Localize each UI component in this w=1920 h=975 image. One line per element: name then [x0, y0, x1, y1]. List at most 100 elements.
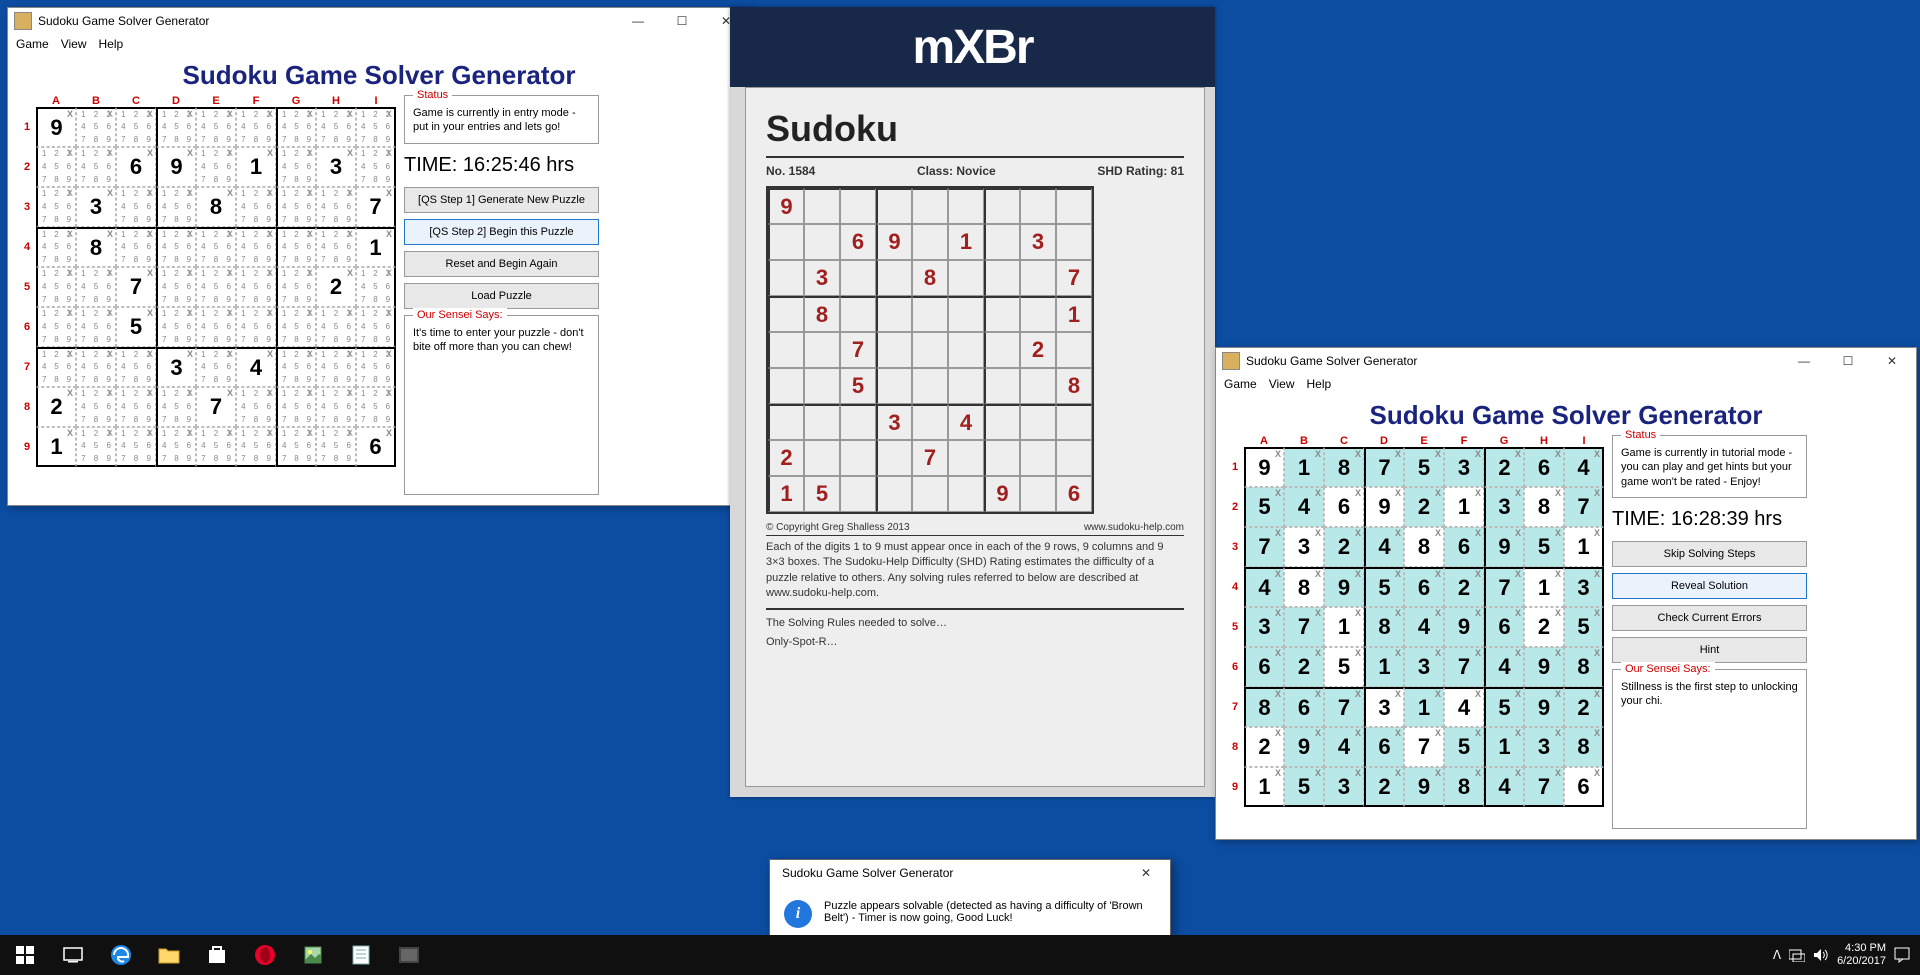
- sudoku-cell[interactable]: 4X: [1484, 767, 1524, 807]
- sudoku-cell[interactable]: 9X: [1324, 567, 1364, 607]
- sudoku-cell[interactable]: X123456789: [276, 387, 316, 427]
- tray-network-icon[interactable]: [1789, 948, 1805, 962]
- cell-clear-icon[interactable]: X: [1475, 488, 1481, 498]
- sudoku-cell[interactable]: X123456789: [276, 427, 316, 467]
- load-puzzle-button[interactable]: Load Puzzle: [404, 283, 599, 309]
- sudoku-cell[interactable]: 3X: [1364, 687, 1404, 727]
- sudoku-cell[interactable]: 2X: [36, 387, 76, 427]
- sudoku-cell[interactable]: X123456789: [236, 387, 276, 427]
- sudoku-cell[interactable]: 1X: [1284, 447, 1324, 487]
- paint-icon[interactable]: [290, 935, 336, 975]
- generate-puzzle-button[interactable]: [QS Step 1] Generate New Puzzle: [404, 187, 599, 213]
- minimize-button[interactable]: —: [616, 8, 660, 34]
- edge-icon[interactable]: [98, 935, 144, 975]
- sudoku-cell[interactable]: 9X: [1284, 727, 1324, 767]
- sudoku-cell[interactable]: 6X: [1404, 567, 1444, 607]
- task-view-icon[interactable]: [50, 935, 96, 975]
- skip-steps-button[interactable]: Skip Solving Steps: [1612, 541, 1807, 567]
- sudoku-cell[interactable]: 7X: [1284, 607, 1324, 647]
- cell-clear-icon[interactable]: X: [386, 229, 392, 239]
- cell-clear-icon[interactable]: X: [1475, 768, 1481, 778]
- sudoku-cell[interactable]: X123456789: [156, 267, 196, 307]
- sudoku-cell[interactable]: 1X: [1364, 647, 1404, 687]
- cell-clear-icon[interactable]: X: [1275, 648, 1281, 658]
- sudoku-cell[interactable]: 1X: [1524, 567, 1564, 607]
- sudoku-cell[interactable]: X123456789: [196, 147, 236, 187]
- cell-clear-icon[interactable]: X: [1395, 768, 1401, 778]
- sudoku-cell[interactable]: 1X: [1324, 607, 1364, 647]
- sudoku-cell[interactable]: X123456789: [356, 347, 396, 387]
- sudoku-cell[interactable]: X123456789: [276, 307, 316, 347]
- sudoku-cell[interactable]: X123456789: [196, 267, 236, 307]
- cell-clear-icon[interactable]: X: [386, 428, 392, 438]
- sudoku-cell[interactable]: 3X: [316, 147, 356, 187]
- sudoku-cell[interactable]: 9X: [1524, 687, 1564, 727]
- minimize-button[interactable]: —: [1782, 348, 1826, 374]
- cell-clear-icon[interactable]: X: [1315, 449, 1321, 459]
- maximize-button[interactable]: ☐: [660, 8, 704, 34]
- sudoku-cell[interactable]: 4X: [236, 347, 276, 387]
- sudoku-cell[interactable]: X123456789: [236, 227, 276, 267]
- cell-clear-icon[interactable]: X: [347, 268, 353, 278]
- cell-clear-icon[interactable]: X: [1435, 449, 1441, 459]
- cell-clear-icon[interactable]: X: [1515, 608, 1521, 618]
- sudoku-cell[interactable]: X123456789: [36, 267, 76, 307]
- sudoku-cell[interactable]: 2X: [1324, 527, 1364, 567]
- cell-clear-icon[interactable]: X: [1515, 528, 1521, 538]
- sudoku-cell[interactable]: X123456789: [76, 267, 116, 307]
- cell-clear-icon[interactable]: X: [1355, 569, 1361, 579]
- cell-clear-icon[interactable]: X: [1275, 569, 1281, 579]
- sudoku-cell[interactable]: 8X: [1364, 607, 1404, 647]
- cell-clear-icon[interactable]: X: [1395, 689, 1401, 699]
- cell-clear-icon[interactable]: X: [1315, 569, 1321, 579]
- sudoku-cell[interactable]: X123456789: [316, 107, 356, 147]
- sudoku-cell[interactable]: 5X: [1444, 727, 1484, 767]
- sudoku-cell[interactable]: 2X: [1484, 447, 1524, 487]
- tray-volume-icon[interactable]: [1813, 948, 1829, 962]
- sudoku-cell[interactable]: X123456789: [316, 427, 356, 467]
- sudoku-cell[interactable]: 8X: [1564, 647, 1604, 687]
- cell-clear-icon[interactable]: X: [1355, 648, 1361, 658]
- sudoku-cell[interactable]: 3X: [1524, 727, 1564, 767]
- cell-clear-icon[interactable]: X: [1355, 689, 1361, 699]
- cell-clear-icon[interactable]: X: [1594, 728, 1600, 738]
- sudoku-cell[interactable]: X123456789: [316, 307, 356, 347]
- tray-chevron-icon[interactable]: ᐱ: [1773, 948, 1781, 962]
- sudoku-cell[interactable]: X123456789: [196, 107, 236, 147]
- sudoku-cell[interactable]: 5X: [1324, 647, 1364, 687]
- maximize-button[interactable]: ☐: [1826, 348, 1870, 374]
- cell-clear-icon[interactable]: X: [1515, 728, 1521, 738]
- sudoku-cell[interactable]: 2X: [1404, 487, 1444, 527]
- sudoku-cell[interactable]: 8X: [1244, 687, 1284, 727]
- sudoku-cell[interactable]: 2X: [1244, 727, 1284, 767]
- sudoku-cell[interactable]: 5X: [1404, 447, 1444, 487]
- cell-clear-icon[interactable]: X: [1355, 728, 1361, 738]
- sudoku-cell[interactable]: 7X: [356, 187, 396, 227]
- file-explorer-icon[interactable]: [146, 935, 192, 975]
- sudoku-cell[interactable]: X123456789: [156, 307, 196, 347]
- sudoku-cell[interactable]: 7X: [1324, 687, 1364, 727]
- sudoku-cell[interactable]: 8X: [1564, 727, 1604, 767]
- cell-clear-icon[interactable]: X: [267, 148, 273, 158]
- sudoku-cell[interactable]: X123456789: [76, 107, 116, 147]
- sudoku-cell[interactable]: 9X: [36, 107, 76, 147]
- cell-clear-icon[interactable]: X: [1594, 608, 1600, 618]
- sudoku-cell[interactable]: X123456789: [356, 267, 396, 307]
- cell-clear-icon[interactable]: X: [1275, 608, 1281, 618]
- sudoku-cell[interactable]: 9X: [1364, 487, 1404, 527]
- sudoku-cell[interactable]: 6X: [1524, 447, 1564, 487]
- sudoku-cell[interactable]: 4X: [1284, 487, 1324, 527]
- sudoku-cell[interactable]: 7X: [1444, 647, 1484, 687]
- cell-clear-icon[interactable]: X: [1395, 608, 1401, 618]
- sudoku-cell[interactable]: 9X: [1484, 527, 1524, 567]
- cell-clear-icon[interactable]: X: [1515, 449, 1521, 459]
- sudoku-cell[interactable]: 1X: [1564, 527, 1604, 567]
- cell-clear-icon[interactable]: X: [107, 229, 113, 239]
- cell-clear-icon[interactable]: X: [1515, 768, 1521, 778]
- sudoku-cell[interactable]: 8X: [196, 187, 236, 227]
- sudoku-cell[interactable]: 6X: [1244, 647, 1284, 687]
- cell-clear-icon[interactable]: X: [1275, 689, 1281, 699]
- sudoku-cell[interactable]: 6X: [1284, 687, 1324, 727]
- sudoku-cell[interactable]: 3X: [1324, 767, 1364, 807]
- cell-clear-icon[interactable]: X: [107, 188, 113, 198]
